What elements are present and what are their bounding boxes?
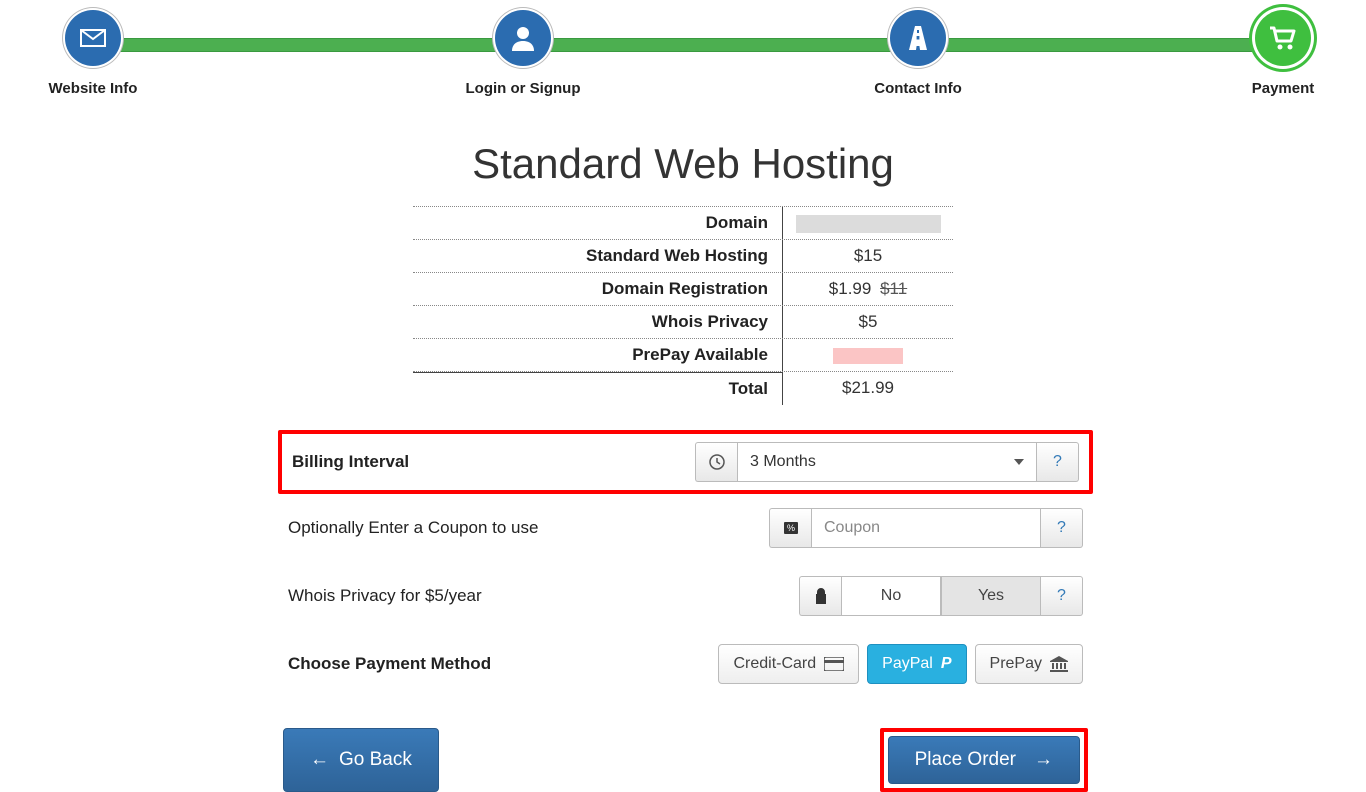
step-label: Login or Signup <box>448 80 598 97</box>
paypal-button[interactable]: PayPal P <box>867 644 966 684</box>
table-row: Domain Registration $1.99 $11 <box>413 273 953 306</box>
button-label: PrePay <box>990 655 1042 673</box>
go-back-button[interactable]: Go Back <box>283 728 439 792</box>
placeholder-text: Coupon <box>824 519 880 537</box>
help-button[interactable]: ? <box>1041 508 1083 548</box>
payment-method-row: Choose Payment Method Credit-Card PayPal… <box>278 630 1093 698</box>
coupon-row: Optionally Enter a Coupon to use % Coupo… <box>278 494 1093 562</box>
button-label: Credit-Card <box>733 655 816 673</box>
envelope-icon <box>65 10 121 66</box>
button-label: PayPal <box>882 655 933 673</box>
credit-card-icon <box>824 657 844 671</box>
step-label: Payment <box>1208 80 1358 97</box>
row-value: $1.99 $11 <box>783 273 953 305</box>
row-label: Domain Registration <box>413 273 783 305</box>
billing-interval-row: Billing Interval 3 Months ? <box>278 430 1093 494</box>
place-order-highlight: Place Order <box>880 728 1088 792</box>
billing-interval-select[interactable]: 3 Months <box>737 442 1037 482</box>
row-value: $21.99 <box>783 372 953 405</box>
row-value: $5 <box>783 306 953 338</box>
road-icon <box>890 10 946 66</box>
row-label: PrePay Available <box>413 339 783 371</box>
bank-icon <box>1050 656 1068 672</box>
credit-card-button[interactable]: Credit-Card <box>718 644 859 684</box>
step-label: Contact Info <box>843 80 993 97</box>
page-title: Standard Web Hosting <box>273 140 1093 188</box>
coupon-label: Optionally Enter a Coupon to use <box>288 518 759 538</box>
svg-text:%: % <box>786 523 794 533</box>
whois-no-button[interactable]: No <box>841 576 941 616</box>
table-row: PrePay Available <box>413 339 953 372</box>
ticket-icon: % <box>769 508 811 548</box>
help-button[interactable]: ? <box>1037 442 1079 482</box>
redacted-domain <box>796 215 941 233</box>
user-icon <box>495 10 551 66</box>
price-summary-table: Domain Standard Web Hosting $15 Domain R… <box>413 206 953 405</box>
row-value: $15 <box>783 240 953 272</box>
redacted-prepay <box>833 348 903 364</box>
step-contact-info[interactable]: Contact Info <box>843 10 993 97</box>
row-label: Domain <box>413 207 783 239</box>
whois-yes-button[interactable]: Yes <box>941 576 1041 616</box>
clock-icon <box>695 442 737 482</box>
cart-icon <box>1255 10 1311 66</box>
row-label: Standard Web Hosting <box>413 240 783 272</box>
paypal-icon: P <box>941 655 952 673</box>
price-current: $1.99 <box>829 279 872 298</box>
chevron-down-icon <box>1014 459 1024 465</box>
table-row: Whois Privacy $5 <box>413 306 953 339</box>
progress-line <box>83 38 1283 52</box>
row-value <box>783 207 953 239</box>
select-value: 3 Months <box>750 453 816 471</box>
whois-privacy-row: Whois Privacy for $5/year No Yes ? <box>278 562 1093 630</box>
payment-method-label: Choose Payment Method <box>288 654 708 674</box>
row-label: Total <box>413 372 783 405</box>
step-label: Website Info <box>18 80 168 97</box>
lock-icon <box>799 576 841 616</box>
whois-label: Whois Privacy for $5/year <box>288 586 789 606</box>
step-login-signup[interactable]: Login or Signup <box>448 10 598 97</box>
coupon-input[interactable]: Coupon <box>811 508 1041 548</box>
row-label: Whois Privacy <box>413 306 783 338</box>
price-original: $11 <box>880 279 907 298</box>
row-value <box>783 339 953 371</box>
step-website-info[interactable]: Website Info <box>18 10 168 97</box>
table-row: Domain <box>413 206 953 240</box>
help-button[interactable]: ? <box>1041 576 1083 616</box>
table-row: Standard Web Hosting $15 <box>413 240 953 273</box>
place-order-button[interactable]: Place Order <box>888 736 1080 784</box>
prepay-button[interactable]: PrePay <box>975 644 1083 684</box>
step-payment[interactable]: Payment <box>1208 10 1358 97</box>
checkout-progress: Website Info Login or Signup Contact Inf… <box>28 10 1338 100</box>
billing-interval-label: Billing Interval <box>292 452 685 472</box>
table-row-total: Total $21.99 <box>413 372 953 405</box>
